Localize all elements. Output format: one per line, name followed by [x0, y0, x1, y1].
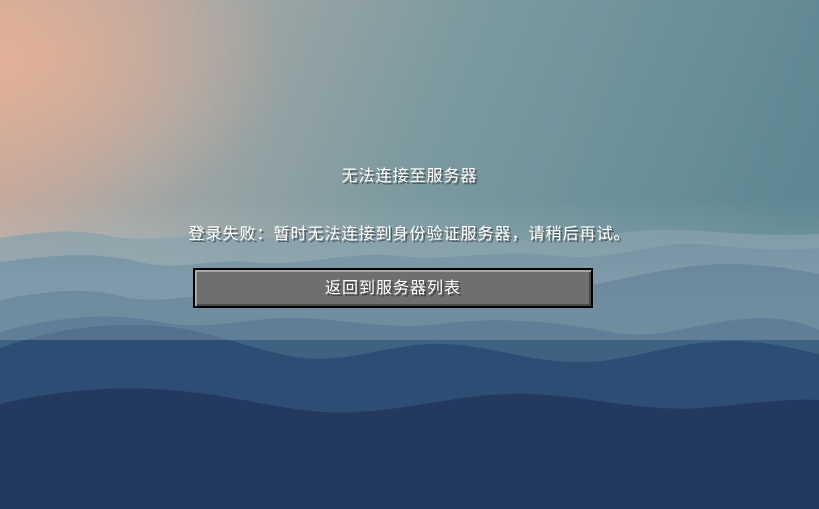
back-to-server-list-button[interactable]: 返回到服务器列表 — [193, 268, 593, 308]
screen-title: 无法连接至服务器 — [341, 166, 478, 185]
error-message: 登录失败：暂时无法连接到身份验证服务器，请稍后再试。 — [188, 224, 631, 243]
back-to-server-list-label: 返回到服务器列表 — [324, 278, 461, 297]
background-landscape — [0, 0, 819, 509]
